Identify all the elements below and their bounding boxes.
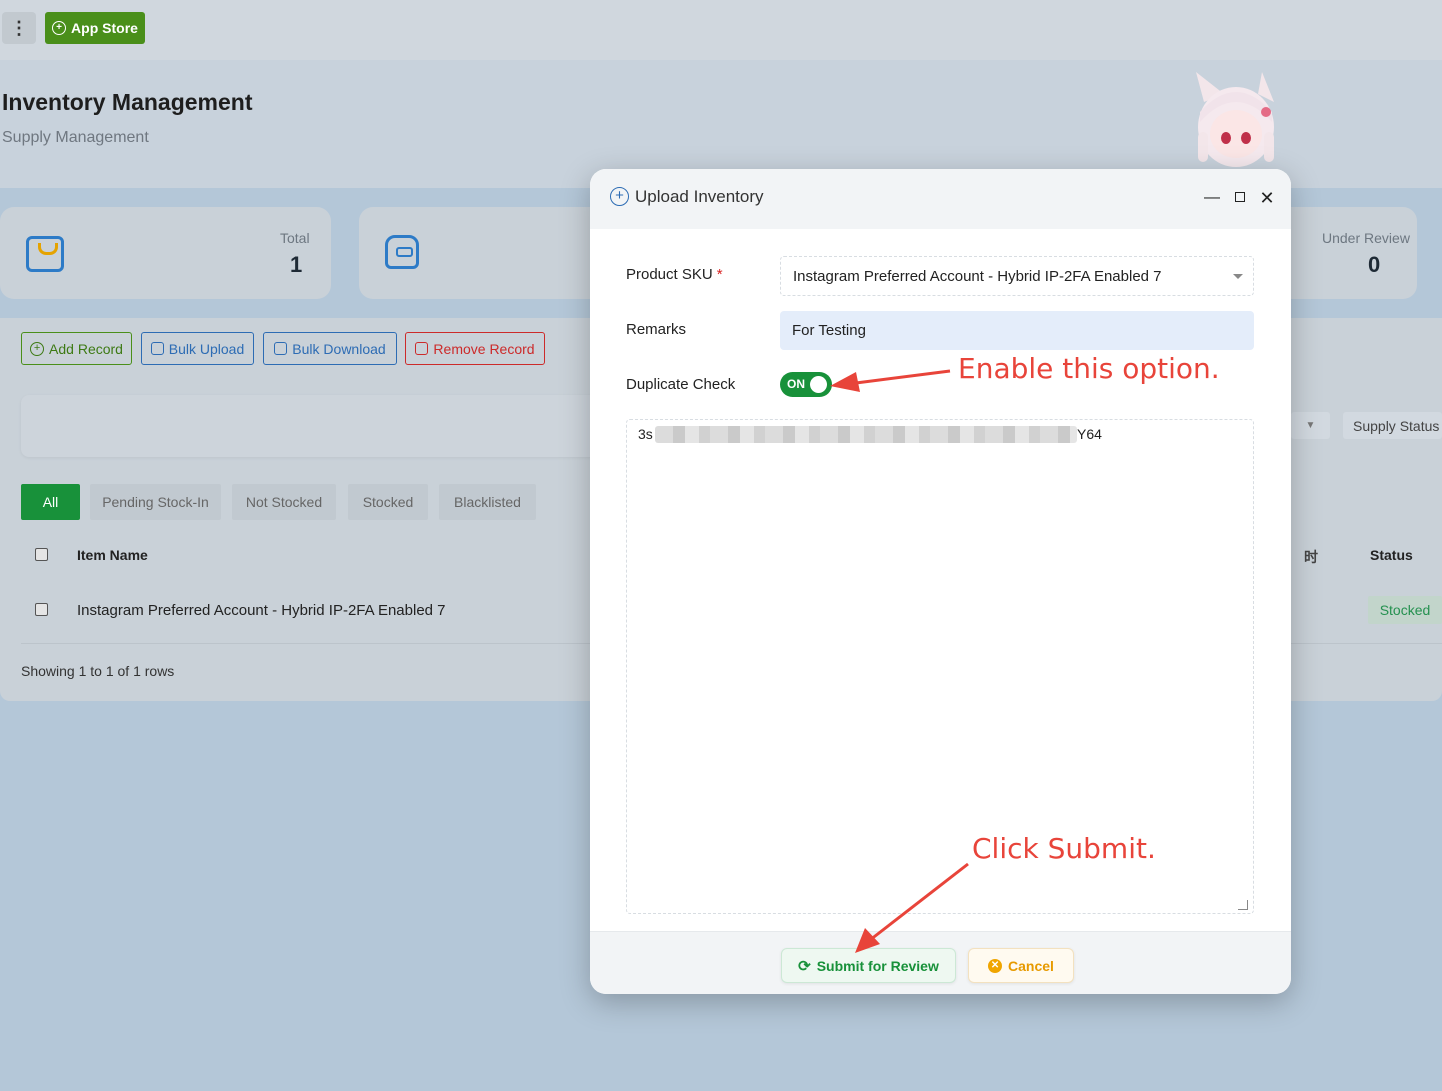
table-row-item-name: Instagram Preferred Account - Hybrid IP-…	[77, 602, 446, 619]
stat-total-value: 1	[290, 252, 303, 277]
page-subtitle: Supply Management	[2, 129, 149, 146]
tab-stocked[interactable]: Stocked	[348, 484, 428, 520]
mascot-image	[1196, 72, 1274, 167]
required-mark: *	[716, 266, 723, 283]
page-title: Inventory Management	[2, 89, 253, 115]
duplicate-check-label: Duplicate Check	[626, 376, 736, 393]
bulk-upload-button[interactable]: Bulk Upload	[141, 332, 254, 365]
maximize-icon	[1235, 192, 1245, 202]
status-badge: Stocked	[1368, 596, 1442, 624]
remarks-label: Remarks	[626, 321, 687, 338]
duplicate-check-toggle[interactable]: ON	[780, 372, 832, 397]
stat-under-review-label: Under Review	[1322, 230, 1410, 246]
inventory-text-prefix: 3s	[638, 426, 653, 442]
package-icon	[385, 235, 419, 269]
stat-under-review-value: 0	[1368, 252, 1381, 277]
maximize-button[interactable]	[1231, 188, 1249, 208]
column-header-status[interactable]: Status	[1370, 547, 1413, 563]
plus-circle-icon: +	[30, 341, 45, 356]
stat-card-under-review: Under Review 0	[1270, 207, 1417, 299]
close-circle-icon: ✕	[988, 958, 1003, 973]
app-store-icon: +	[52, 21, 67, 35]
app-store-button[interactable]: + App Store	[45, 12, 145, 44]
column-header-item-name[interactable]: Item Name	[77, 547, 148, 563]
tab-all[interactable]: All	[21, 484, 80, 520]
inventory-data-textarea[interactable]	[626, 419, 1254, 914]
supply-status-filter[interactable]: Supply Status	[1343, 412, 1442, 439]
download-icon	[274, 342, 288, 355]
submit-for-review-button[interactable]: ⟳ Submit for Review	[781, 948, 956, 983]
row-checkbox[interactable]	[35, 603, 48, 616]
toggle-knob	[810, 376, 827, 393]
product-sku-label: Product SKU *	[626, 266, 723, 283]
remove-record-label: Remove Record	[433, 340, 535, 357]
top-bar	[0, 0, 1442, 60]
resize-handle[interactable]	[1238, 900, 1248, 910]
dialog-footer: ⟳ Submit for Review ✕ Cancel	[590, 931, 1291, 994]
dialog-header: + Upload Inventory — ✕	[590, 169, 1291, 229]
tab-pending-stock-in[interactable]: Pending Stock-In	[90, 484, 221, 520]
close-button[interactable]: ✕	[1258, 188, 1276, 208]
shopping-bag-icon	[26, 236, 64, 272]
product-sku-label-text: Product SKU	[626, 266, 713, 283]
product-sku-select[interactable]: Instagram Preferred Account - Hybrid IP-…	[780, 256, 1254, 296]
cancel-button[interactable]: ✕ Cancel	[968, 948, 1074, 983]
product-sku-value: Instagram Preferred Account - Hybrid IP-…	[793, 267, 1162, 285]
cancel-label: Cancel	[1008, 957, 1054, 974]
add-record-button[interactable]: + Add Record	[21, 332, 132, 365]
kebab-icon: ⋮	[10, 17, 28, 38]
plus-circle-icon: +	[610, 187, 629, 206]
remove-record-button[interactable]: Remove Record	[405, 332, 545, 365]
filter-select[interactable]: ▼	[1291, 412, 1330, 439]
tab-blacklisted[interactable]: Blacklisted	[439, 484, 536, 520]
select-all-checkbox[interactable]	[35, 548, 48, 561]
search-filter-box[interactable]	[21, 395, 601, 457]
upload-inventory-dialog: + Upload Inventory — ✕ Product SKU * Inst…	[590, 169, 1291, 994]
column-header-partial[interactable]: 时	[1304, 547, 1318, 567]
chevron-down-icon	[1233, 274, 1243, 279]
inventory-text-suffix: Y64	[1077, 426, 1102, 442]
bulk-download-button[interactable]: Bulk Download	[263, 332, 397, 365]
dialog-title: Upload Inventory	[635, 187, 764, 206]
submit-label: Submit for Review	[816, 957, 939, 974]
annotation-click-submit: Click Submit.	[972, 832, 1156, 865]
remarks-input[interactable]	[780, 311, 1254, 350]
more-menu-button[interactable]: ⋮	[2, 12, 36, 44]
minimize-button[interactable]: —	[1203, 188, 1221, 208]
close-icon: ✕	[1259, 188, 1275, 208]
upload-icon	[150, 342, 164, 355]
add-record-label: Add Record	[49, 340, 123, 357]
pagination-info: Showing 1 to 1 of 1 rows	[21, 663, 175, 679]
bulk-upload-label: Bulk Upload	[168, 340, 245, 357]
chevron-down-icon: ▼	[1305, 420, 1316, 431]
bulk-download-label: Bulk Download	[292, 340, 386, 357]
trash-icon	[415, 342, 429, 355]
app-store-label: App Store	[71, 20, 138, 36]
annotation-enable-option: Enable this option.	[958, 352, 1220, 385]
blurred-inventory-data	[655, 426, 1077, 443]
refresh-icon: ⟳	[798, 957, 811, 975]
toggle-on-text: ON	[787, 377, 805, 391]
stat-total-label: Total	[280, 230, 310, 246]
tab-not-stocked[interactable]: Not Stocked	[232, 484, 336, 520]
